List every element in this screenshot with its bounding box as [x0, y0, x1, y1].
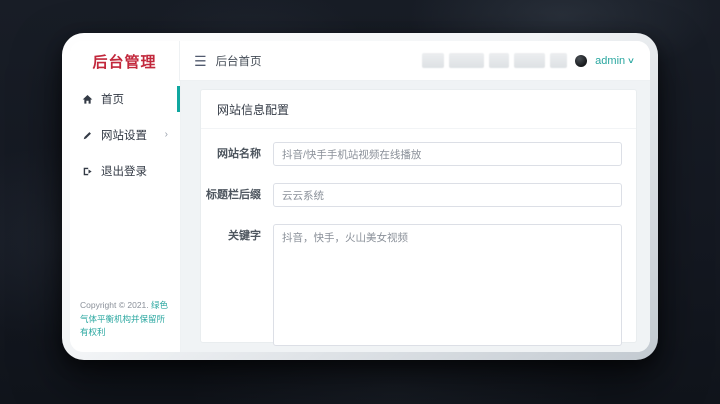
- logout-icon: [83, 167, 92, 175]
- site-name-label: 网站名称: [217, 148, 261, 160]
- sidebar-item-label: 首页: [101, 94, 124, 106]
- app-window: 后台管理 ☰ 后台首页 admin ∨ 首页 网站设置 › 退出登录 Copyr…: [62, 33, 658, 360]
- card-title: 网站信息配置: [201, 90, 636, 129]
- site-info-form: 网站名称 标题栏后缀 关键字 抖音，快手，火山美女视频: [201, 129, 636, 352]
- site-name-input[interactable]: [273, 142, 622, 166]
- form-row-site-name: 网站名称: [205, 142, 622, 166]
- desktop-background: { "window": { "logo": "后台管理", "header": …: [0, 0, 720, 404]
- main-content: 网站信息配置 网站名称 标题栏后缀 关键字 抖音，快手，火山美女视频: [180, 81, 650, 352]
- chevron-down-icon: ∨: [626, 56, 636, 65]
- sidebar-item-home[interactable]: 首页: [70, 81, 180, 117]
- keywords-label: 关键字: [228, 230, 261, 242]
- user-name: admin: [595, 54, 626, 67]
- censored-text: [422, 53, 568, 68]
- title-suffix-input[interactable]: [273, 183, 622, 207]
- form-row-title-suffix: 标题栏后缀: [205, 183, 622, 207]
- globe-icon[interactable]: [575, 54, 588, 67]
- body-row: 首页 网站设置 › 退出登录 Copyright © 2021. 绿色气体平衡机…: [70, 81, 650, 352]
- sidebar-item-logout[interactable]: 退出登录: [70, 153, 180, 189]
- breadcrumb: 后台首页: [215, 55, 262, 68]
- keywords-textarea[interactable]: 抖音，快手，火山美女视频: [273, 224, 622, 346]
- title-suffix-label: 标题栏后缀: [206, 189, 261, 201]
- home-icon: [82, 94, 93, 104]
- hamburger-menu-icon[interactable]: ☰: [194, 54, 207, 68]
- pencil-icon: [83, 131, 91, 139]
- topbar: 后台管理 ☰ 后台首页 admin ∨: [70, 41, 650, 81]
- chevron-right-icon: ›: [164, 129, 168, 140]
- sidebar-item-site-settings[interactable]: 网站设置 ›: [70, 117, 180, 153]
- copyright: Copyright © 2021. 绿色气体平衡机构并保留所有权利: [70, 291, 180, 352]
- user-dropdown[interactable]: admin ∨: [595, 55, 636, 67]
- app-logo: 后台管理: [70, 41, 180, 81]
- form-row-keywords: 关键字 抖音，快手，火山美女视频: [205, 224, 622, 346]
- sidebar-item-label: 网站设置: [101, 130, 147, 142]
- sidebar: 首页 网站设置 › 退出登录 Copyright © 2021. 绿色气体平衡机…: [70, 81, 180, 352]
- header: ☰ 后台首页 admin ∨: [180, 41, 650, 81]
- copyright-prefix: Copyright © 2021.: [80, 300, 149, 311]
- app-window-content: 后台管理 ☰ 后台首页 admin ∨ 首页 网站设置 › 退出登录 Copyr…: [70, 41, 650, 352]
- sidebar-item-label: 退出登录: [101, 166, 147, 178]
- header-right: admin ∨: [422, 53, 636, 68]
- site-info-card: 网站信息配置 网站名称 标题栏后缀 关键字 抖音，快手，火山美女视频: [200, 89, 637, 346]
